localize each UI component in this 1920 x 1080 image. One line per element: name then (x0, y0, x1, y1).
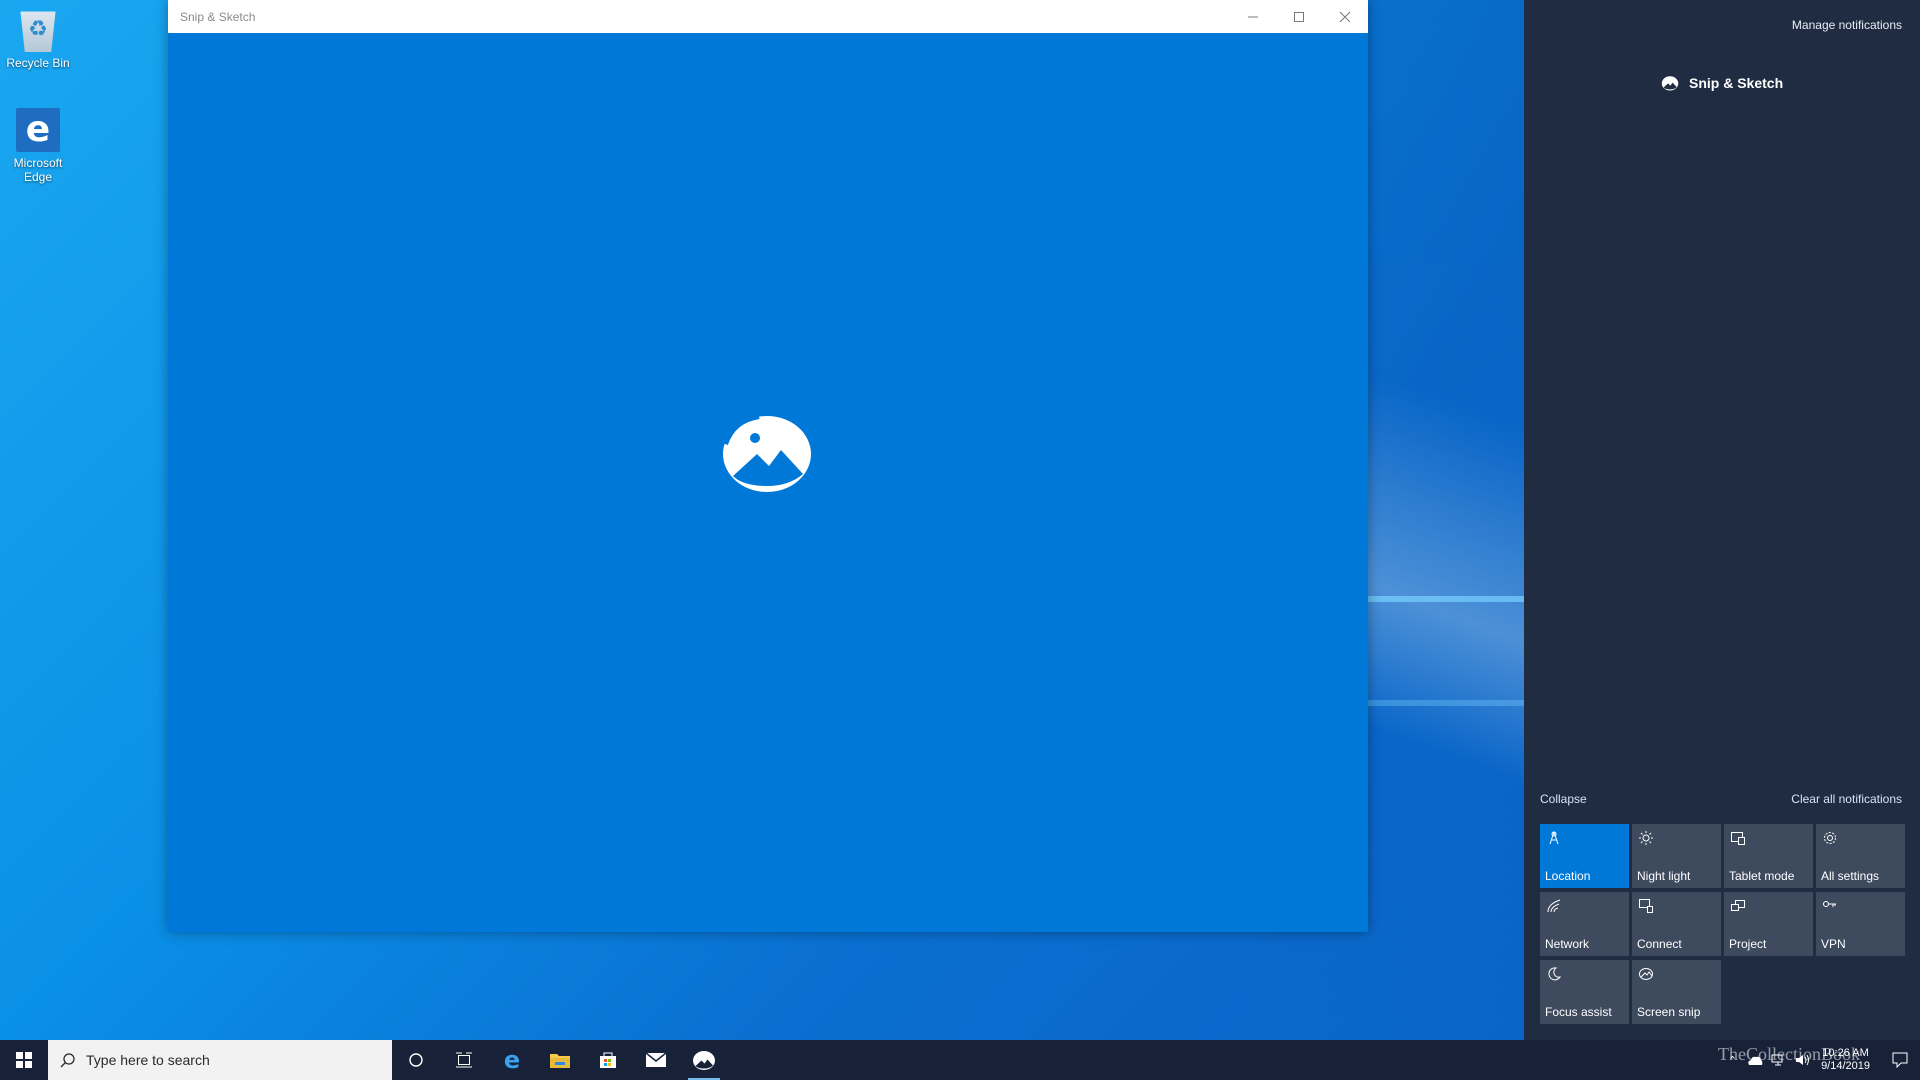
vpn-icon (1823, 901, 1836, 907)
quick-action-tablet-mode[interactable]: Tablet mode (1724, 824, 1813, 888)
clear-all-notifications-button[interactable]: Clear all notifications (1791, 792, 1902, 806)
desktop-icon-microsoft-edge[interactable]: e Microsoft Edge (0, 108, 76, 184)
folder-icon (550, 1054, 570, 1068)
window-title: Snip & Sketch (180, 9, 256, 24)
quick-action-label: All settings (1821, 869, 1880, 883)
start-button[interactable] (0, 1040, 48, 1080)
quick-action-label: Night light (1637, 869, 1691, 883)
search-placeholder: Type here to search (86, 1052, 210, 1068)
quick-action-network[interactable]: Network (1540, 892, 1629, 956)
taskbar-edge[interactable]: e (488, 1040, 536, 1080)
collapse-button[interactable]: Collapse (1540, 792, 1587, 806)
snip-sketch-window[interactable]: Snip & Sketch (168, 0, 1368, 932)
edge-icon: e (16, 108, 60, 152)
quick-action-label: Connect (1637, 937, 1682, 951)
quick-action-location[interactable]: Location (1540, 824, 1629, 888)
task-view-button[interactable] (440, 1040, 488, 1080)
action-center-button[interactable] (1880, 1040, 1920, 1080)
quick-action-label: Screen snip (1637, 1005, 1701, 1019)
taskbar-store[interactable] (584, 1040, 632, 1080)
quick-action-connect[interactable]: Connect (1632, 892, 1721, 956)
taskbar-search-box[interactable]: Type here to search (48, 1040, 392, 1080)
screen-snip-icon (1639, 968, 1653, 980)
taskbar: Type here to search e TheCollectionBook … (0, 1040, 1920, 1080)
wallpaper-ray (1360, 700, 1524, 706)
cortana-icon (409, 1053, 423, 1067)
search-icon (60, 1053, 75, 1068)
minimize-icon (1248, 16, 1258, 17)
window-titlebar[interactable]: Snip & Sketch (168, 0, 1368, 33)
cortana-button[interactable] (392, 1040, 440, 1080)
quick-action-all-settings[interactable]: All settings (1816, 824, 1905, 888)
quick-action-label: VPN (1821, 937, 1846, 951)
close-button[interactable] (1322, 0, 1368, 33)
quick-action-label: Location (1545, 869, 1591, 883)
network-icon (1547, 899, 1561, 913)
connect-icon (1639, 899, 1653, 913)
tablet-mode-icon (1731, 832, 1745, 845)
gear-icon (1824, 832, 1836, 844)
quick-action-project[interactable]: Project (1724, 892, 1813, 956)
system-tray: TheCollectionBook ⌃ 10:26 AM 9/14/2019 (1718, 1040, 1920, 1080)
desktop-icon-label: Microsoft Edge (13, 156, 63, 184)
desktop-icon-recycle-bin[interactable]: Recycle Bin (0, 8, 76, 70)
task-view-icon (456, 1052, 472, 1068)
action-center-panel[interactable]: Manage notifications Snip & Sketch Colla… (1524, 0, 1920, 1040)
location-icon (1549, 831, 1559, 845)
snip-sketch-icon (693, 1051, 715, 1070)
maximize-icon (1294, 11, 1304, 22)
night-light-icon (1639, 831, 1653, 845)
desktop-icon-label: Recycle Bin (6, 56, 70, 70)
project-icon (1731, 900, 1745, 911)
quick-action-label: Tablet mode (1729, 869, 1795, 883)
notification-icon (1892, 1052, 1908, 1068)
moon-icon (1548, 967, 1562, 981)
taskbar-mail[interactable] (632, 1040, 680, 1080)
maximize-button[interactable] (1276, 0, 1322, 33)
quick-action-focus-assist[interactable]: Focus assist (1540, 960, 1629, 1024)
snip-sketch-app-icon (1661, 76, 1679, 91)
quick-action-night-light[interactable]: Night light (1632, 824, 1721, 888)
taskbar-file-explorer[interactable] (536, 1040, 584, 1080)
recycle-bin-icon (20, 11, 56, 52)
edge-icon: e (503, 1046, 521, 1074)
quick-action-label: Focus assist (1545, 1005, 1612, 1019)
snip-sketch-logo-icon (722, 413, 811, 492)
mail-icon (645, 1052, 667, 1067)
quick-action-screen-snip[interactable]: Screen snip (1632, 960, 1721, 1024)
taskbar-snip-sketch[interactable] (680, 1040, 728, 1080)
wallpaper-ray (1360, 596, 1524, 602)
minimize-button[interactable] (1230, 0, 1276, 33)
manage-notifications-link[interactable]: Manage notifications (1792, 18, 1902, 32)
quick-action-label: Network (1545, 937, 1590, 951)
quick-action-vpn[interactable]: VPN (1816, 892, 1905, 956)
close-icon (1339, 11, 1351, 22)
quick-actions-grid: Location Night light Tablet mode All set… (1540, 824, 1905, 1024)
notification-group-header[interactable]: Snip & Sketch (1661, 74, 1783, 92)
windows-logo-icon (16, 1052, 32, 1068)
store-icon (600, 1052, 616, 1068)
watermark-text: TheCollectionBook (1718, 1044, 1860, 1064)
quick-action-label: Project (1729, 937, 1767, 951)
notification-app-name: Snip & Sketch (1689, 75, 1784, 91)
